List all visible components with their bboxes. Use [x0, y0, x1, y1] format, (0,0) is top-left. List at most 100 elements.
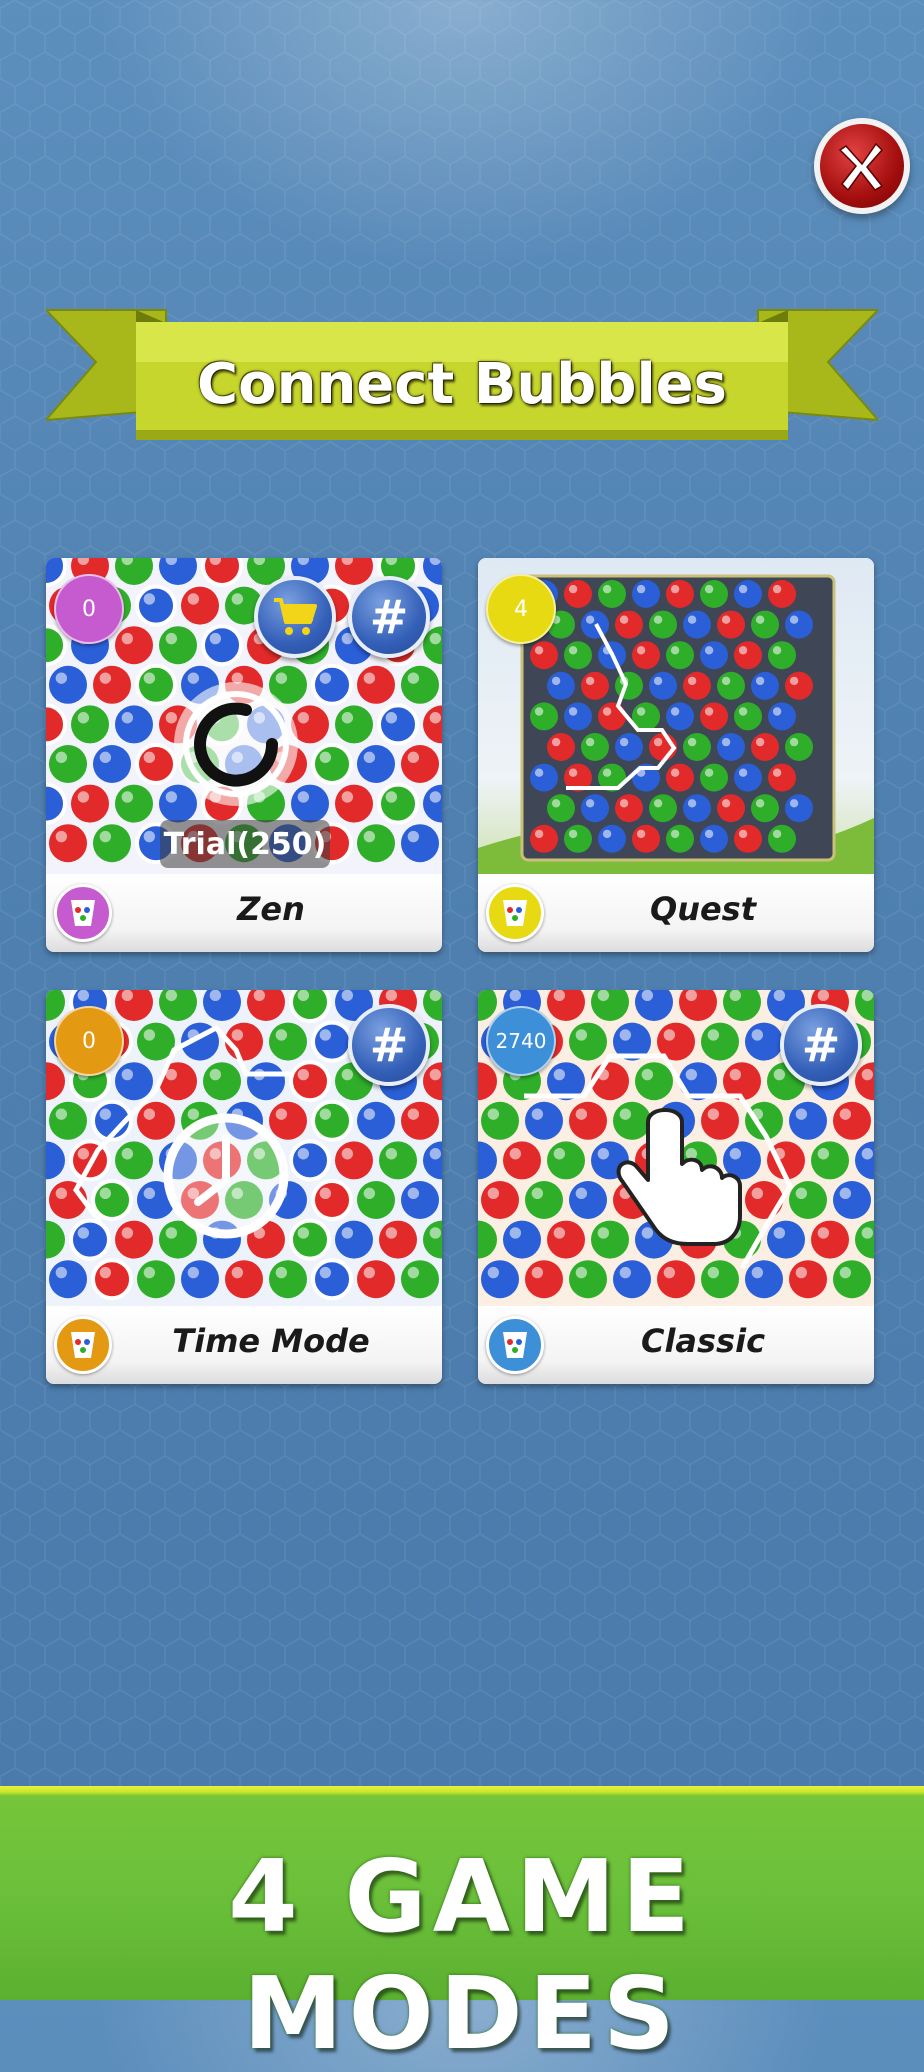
bubble	[401, 665, 439, 704]
bubble	[201, 624, 243, 667]
bubble-highlight	[534, 829, 544, 839]
cart-icon	[274, 598, 317, 635]
zen-shop-button[interactable]	[254, 576, 336, 658]
bubble-highlight	[619, 615, 629, 624]
bubble	[311, 1258, 353, 1301]
bubble	[683, 671, 711, 700]
bubble	[683, 733, 711, 761]
mode-card-time[interactable]: 0 # Time Mode	[46, 990, 442, 1384]
mode-card-classic[interactable]: 2740 # Classic	[478, 990, 874, 1384]
classic-hash-button[interactable]: #	[780, 1004, 862, 1086]
bubble-highlight	[687, 615, 697, 624]
bubble	[289, 1218, 331, 1261]
bubble	[91, 1179, 133, 1221]
bubble-highlight	[738, 646, 748, 655]
bubble	[569, 1022, 607, 1061]
bubble-highlight	[275, 1266, 288, 1279]
bubble	[768, 580, 796, 608]
bubble	[547, 1220, 585, 1259]
bubble-highlight	[407, 1187, 420, 1200]
quest-label: Quest	[649, 890, 757, 928]
bubble-highlight	[738, 584, 748, 594]
bubble-highlight	[755, 676, 765, 686]
bubble-highlight	[55, 1108, 68, 1120]
bubble	[632, 580, 660, 608]
bubble	[46, 703, 67, 746]
bubble-highlight	[619, 1108, 632, 1120]
bubble	[615, 794, 643, 823]
bubble	[789, 1260, 827, 1299]
bubble	[115, 626, 153, 665]
bubble-highlight	[509, 1148, 522, 1160]
bubble-highlight	[275, 1108, 288, 1120]
zen-score-badge: 0	[54, 574, 124, 644]
bubble-highlight	[509, 990, 522, 1002]
close-button[interactable]	[814, 118, 910, 214]
bubble	[833, 1181, 871, 1219]
bubble	[591, 1062, 629, 1101]
bubble-highlight	[297, 712, 310, 724]
bubble	[269, 1260, 307, 1299]
bubble-highlight	[297, 1227, 310, 1239]
bubble-highlight	[407, 751, 420, 764]
bubble	[569, 1260, 607, 1299]
bubble-highlight	[551, 799, 561, 808]
bubble-highlight	[297, 990, 310, 1002]
bubble	[379, 1220, 417, 1259]
bubble	[734, 763, 762, 792]
bubble-highlight	[772, 646, 782, 655]
bubble-highlight	[602, 829, 612, 839]
bubble	[683, 794, 711, 823]
bubble-highlight	[297, 1148, 310, 1160]
bubble-highlight	[429, 990, 442, 1002]
bubble-highlight	[729, 990, 742, 1002]
bubble	[833, 1260, 871, 1299]
bubble	[649, 794, 677, 823]
bubble-highlight	[585, 615, 595, 624]
bubble	[525, 1260, 563, 1299]
bubble	[115, 705, 153, 744]
bubble	[357, 824, 395, 863]
bubble	[49, 1101, 87, 1140]
zen-hash-button[interactable]: #	[348, 576, 430, 658]
bubble-highlight	[187, 593, 200, 605]
bubble	[811, 1220, 849, 1259]
bubble-highlight	[99, 672, 112, 684]
bubble-highlight	[363, 1266, 376, 1279]
bubble-highlight	[619, 1029, 632, 1041]
bubble-highlight	[704, 768, 714, 777]
bubble	[613, 1260, 651, 1299]
time-hash-button[interactable]: #	[348, 1004, 430, 1086]
bubble	[734, 580, 762, 608]
bubble	[481, 1260, 519, 1299]
bubble	[632, 824, 660, 853]
bubble	[789, 1101, 827, 1140]
bubble-highlight	[636, 707, 646, 716]
quest-footer: Quest	[478, 874, 874, 952]
bubble-highlight	[685, 990, 698, 1002]
bubble	[564, 824, 592, 853]
bubble	[115, 1220, 153, 1259]
bubble	[311, 743, 353, 785]
bubble	[615, 671, 643, 700]
bubble-highlight	[341, 1227, 354, 1239]
bubble-highlight	[597, 1148, 610, 1160]
bubble-highlight	[319, 1187, 332, 1200]
time-mode-icon	[54, 1316, 112, 1374]
bubble-highlight	[707, 1266, 720, 1279]
bubble-highlight	[363, 1108, 376, 1120]
mode-card-quest[interactable]: 4 Quest	[478, 558, 874, 952]
bubble-highlight	[319, 751, 332, 764]
bubble-highlight	[341, 1068, 354, 1081]
mode-card-zen[interactable]: 0 # Trial(250) Zen	[46, 558, 442, 952]
bubble-highlight	[99, 1187, 112, 1200]
bubble	[811, 1141, 849, 1180]
bubble-highlight	[187, 672, 200, 684]
bubble-highlight	[121, 1227, 134, 1239]
bubble-highlight	[707, 1029, 720, 1041]
bubble	[666, 702, 694, 731]
bubble-highlight	[789, 615, 799, 624]
bubble	[181, 1260, 219, 1299]
bubble-highlight	[209, 1068, 222, 1081]
bubble-highlight	[534, 646, 544, 655]
